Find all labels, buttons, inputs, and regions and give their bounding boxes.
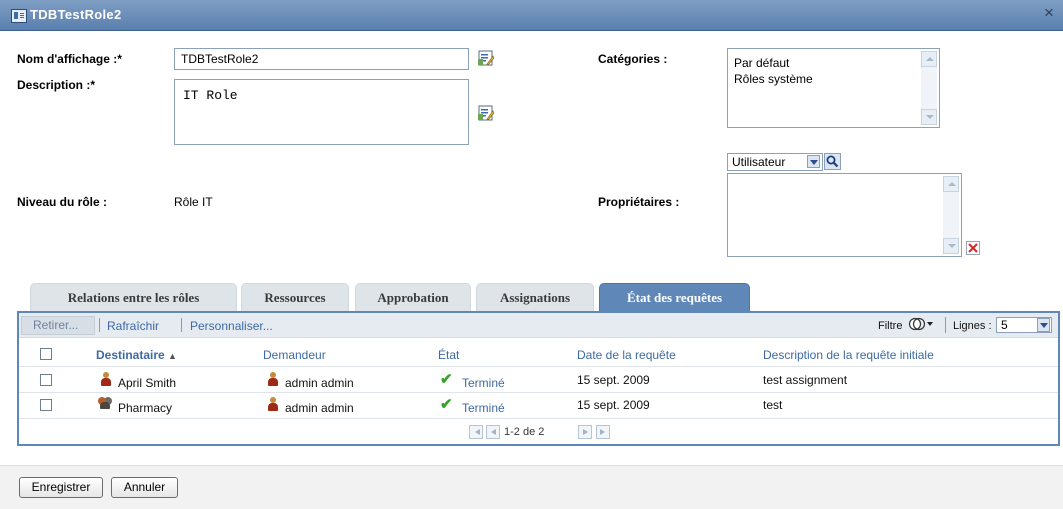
scroll-up-icon[interactable] — [921, 51, 937, 67]
role-icon — [11, 9, 27, 23]
next-page-icon[interactable] — [578, 425, 592, 439]
window-title-bar — [0, 0, 1063, 31]
cancel-button[interactable]: Annuler — [111, 477, 178, 498]
user-icon — [267, 372, 279, 386]
delete-owner-icon[interactable] — [966, 241, 980, 255]
first-page-icon[interactable] — [469, 425, 483, 439]
last-page-icon[interactable] — [596, 425, 610, 439]
scroll-up-icon[interactable] — [943, 176, 959, 192]
row-divider — [19, 392, 1058, 393]
column-header-description[interactable]: Description de la requête initiale — [763, 348, 934, 362]
filter-icon[interactable] — [908, 316, 936, 332]
user-icon — [267, 397, 279, 411]
localize-edit-icon[interactable] — [478, 105, 494, 121]
save-button[interactable]: Enregistrer — [19, 477, 103, 498]
refresh-link[interactable]: Rafraîchir — [107, 319, 159, 333]
tab-resources[interactable]: Ressources — [241, 283, 349, 311]
owners-scrollbar[interactable] — [943, 176, 959, 254]
status-link[interactable]: Terminé — [462, 376, 505, 390]
check-icon: ✔ — [440, 371, 453, 388]
date-cell: 15 sept. 2009 — [577, 398, 650, 412]
sort-ascending-icon: ▲ — [168, 351, 177, 361]
check-icon: ✔ — [440, 396, 453, 413]
column-header-recipient-label: Destinataire — [96, 348, 165, 362]
window-title: TDBTestRole2 — [30, 7, 122, 22]
select-all-checkbox[interactable] — [40, 348, 52, 360]
category-item[interactable]: Rôles système — [734, 72, 813, 86]
owners-label: Propriétaires : — [598, 195, 680, 209]
description-cell: test — [763, 398, 783, 412]
category-item[interactable]: Par défaut — [734, 56, 789, 70]
description-textarea[interactable]: IT Role — [174, 79, 469, 145]
toolbar-separator — [945, 317, 946, 333]
retract-button[interactable]: Retirer... — [21, 316, 95, 335]
column-header-recipient[interactable]: Destinataire ▲ — [96, 348, 177, 362]
row-divider — [19, 418, 1058, 419]
row-checkbox[interactable] — [40, 399, 52, 411]
requester-cell: admin admin — [285, 376, 354, 390]
column-header-status[interactable]: État — [438, 348, 459, 362]
chevron-down-icon[interactable] — [1037, 318, 1050, 332]
pagination-status: 1-2 de 2 — [504, 426, 545, 438]
status-link[interactable]: Terminé — [462, 401, 505, 415]
tab-assignments[interactable]: Assignations — [476, 283, 594, 311]
date-cell: 15 sept. 2009 — [577, 373, 650, 387]
chevron-down-icon[interactable] — [807, 155, 820, 168]
filter-label: Filtre — [878, 320, 903, 332]
scroll-down-icon[interactable] — [943, 238, 959, 254]
group-icon — [97, 396, 113, 410]
localize-edit-icon[interactable] — [478, 50, 494, 66]
owner-type-value: Utilisateur — [732, 155, 786, 169]
previous-page-icon[interactable] — [486, 425, 500, 439]
column-header-request-date[interactable]: Date de la requête — [577, 348, 676, 362]
rows-per-page-value: 5 — [1001, 318, 1008, 332]
scroll-down-icon[interactable] — [921, 109, 937, 125]
role-level-value: Rôle IT — [174, 195, 213, 209]
user-icon — [100, 372, 112, 386]
description-cell: test assignment — [763, 373, 848, 387]
role-level-label: Niveau du rôle : — [17, 195, 108, 209]
categories-listbox[interactable]: Par défaut Rôles système — [727, 48, 940, 128]
search-icon[interactable] — [824, 153, 841, 170]
requester-cell: admin admin — [285, 401, 354, 415]
row-checkbox[interactable] — [40, 374, 52, 386]
display-name-field[interactable]: TDBTestRole2 — [174, 48, 469, 70]
display-name-label: Nom d'affichage :* — [17, 52, 122, 66]
row-divider — [19, 366, 1058, 367]
owners-listbox[interactable] — [727, 173, 962, 257]
toolbar-separator — [99, 318, 100, 332]
tab-approval[interactable]: Approbation — [355, 283, 471, 311]
categories-scrollbar[interactable] — [921, 51, 937, 125]
toolbar-separator — [181, 318, 182, 332]
tab-request-status[interactable]: État des requêtes — [599, 283, 750, 312]
close-icon[interactable]: × — [1044, 3, 1054, 23]
tab-role-relationships[interactable]: Relations entre les rôles — [30, 283, 237, 311]
column-header-requester[interactable]: Demandeur — [263, 348, 326, 362]
recipient-cell: April Smith — [118, 376, 177, 390]
rows-label: Lignes : — [953, 320, 992, 332]
categories-label: Catégories : — [598, 52, 668, 66]
customize-link[interactable]: Personnaliser... — [190, 319, 273, 333]
description-label: Description :* — [17, 78, 96, 92]
recipient-cell: Pharmacy — [118, 401, 173, 415]
